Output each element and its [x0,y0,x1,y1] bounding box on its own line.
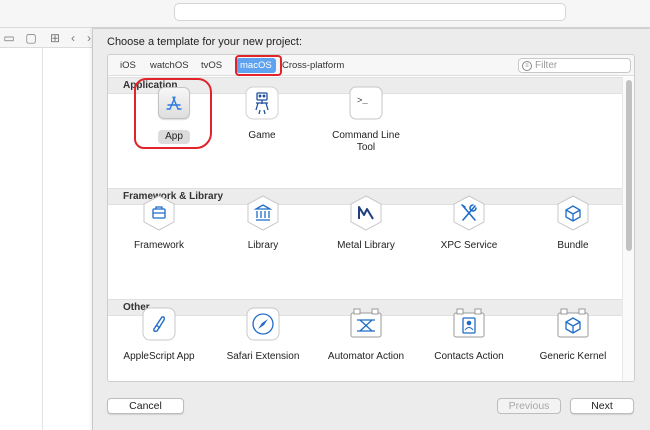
template-scrollbar[interactable] [622,77,634,381]
xcode-toolbar [0,0,650,28]
activity-field[interactable] [174,3,566,21]
template-label: Metal Library [337,240,395,251]
svg-text:>_: >_ [357,96,368,106]
template-framework[interactable]: Framework [119,188,199,272]
filter-input[interactable] [535,59,629,72]
template-label: Safari Extension [226,351,300,362]
template-label: Bundle [557,240,589,251]
filter-icon: ≡ [522,61,532,71]
terminal-icon: >_ [349,86,383,120]
scroll-thumb[interactable] [626,80,632,251]
template-generic-kernel[interactable]: Generic Kernel [533,299,613,381]
columns-icon [246,195,280,231]
template-label: AppleScript App [123,351,195,362]
template-bundle[interactable]: Bundle [533,188,613,272]
sheet-prompt: Choose a template for your new project: [107,36,303,48]
template-xpc-service[interactable]: XPC Service [429,188,509,272]
template-game[interactable]: Game [222,78,302,162]
template-panel: iOS watchOS tvOS macOS Cross-platform ≡ … [107,54,635,382]
template-contacts-action[interactable]: Contacts Action [429,299,509,381]
template-label: Framework [133,240,184,251]
template-label: Generic Kernel [539,351,607,362]
template-metal-library[interactable]: Metal Library [326,188,406,272]
tab-tvos[interactable]: tvOS [197,58,226,73]
grid-icon[interactable]: ⊞ [48,31,62,45]
template-command-line-tool[interactable]: >_ Command Line Tool [326,78,406,162]
navigator-divider [42,48,43,430]
new-project-sheet: Choose a template for your new project: … [92,28,650,430]
macos-tab-annotation [235,55,282,76]
navigator-toolbar: ▭ ▢ ⊞ ‹ › [0,28,92,48]
filter-field[interactable]: ≡ [518,58,631,73]
metal-icon [349,195,383,231]
tab-cross-platform[interactable]: Cross-platform [278,58,348,73]
tab-ios[interactable]: iOS [116,58,140,73]
toolbox-icon [142,195,176,231]
contacts-icon [452,307,486,341]
template-label: Library [247,240,279,251]
template-label: Command Line Tool [332,130,400,153]
cube-icon [556,195,590,231]
script-icon [142,307,176,341]
template-label: Contacts Action [434,351,504,362]
template-applescript-app[interactable]: AppleScript App [119,299,199,381]
chevron-left-icon[interactable]: ‹ [66,31,80,45]
folder-outline-icon[interactable]: ▭ [2,31,16,45]
kernel-cube-icon [556,307,590,341]
tab-watchos[interactable]: watchOS [146,58,193,73]
automator-icon [349,307,383,341]
template-label: XPC Service [440,240,498,251]
app-template-annotation [134,78,212,149]
cancel-button[interactable]: Cancel [107,398,184,414]
template-automator-action[interactable]: Automator Action [326,299,406,381]
template-label: Game [248,130,276,141]
compass-icon [246,307,280,341]
template-library[interactable]: Library [223,188,303,272]
template-safari-extension[interactable]: Safari Extension [223,299,303,381]
previous-button[interactable]: Previous [497,398,561,414]
message-icon[interactable]: ▢ [24,31,38,45]
next-button[interactable]: Next [570,398,634,414]
template-label: Automator Action [327,351,405,362]
wrench-screwdriver-icon [452,195,486,231]
game-robot-icon [245,86,279,120]
platform-tabbar: iOS watchOS tvOS macOS Cross-platform ≡ [108,55,634,76]
